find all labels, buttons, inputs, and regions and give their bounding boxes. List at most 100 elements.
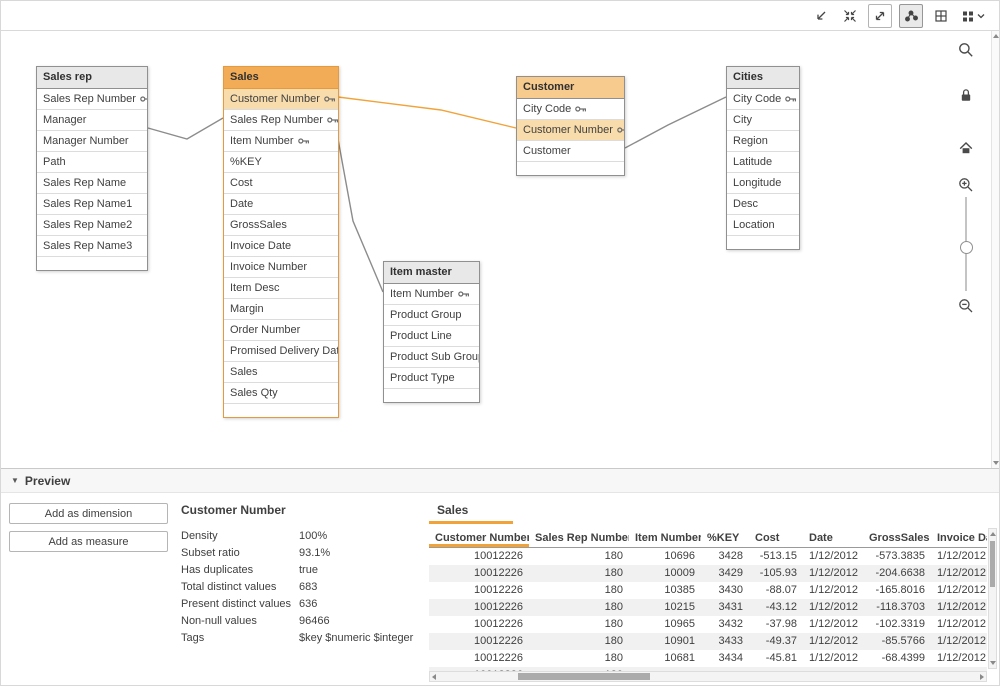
zoom-in-icon[interactable] [951,176,981,194]
cell: 3433 [701,633,749,650]
field-latitude[interactable]: Latitude [727,152,799,173]
field-sales-rep-name2[interactable]: Sales Rep Name2 [37,215,147,236]
field-promised-delivery-date[interactable]: Promised Delivery Date [224,341,338,362]
field-item-desc[interactable]: Item Desc [224,278,338,299]
field-city-code[interactable]: City Code [727,89,799,110]
scroll-right-icon[interactable] [980,674,984,680]
search-icon[interactable] [951,41,981,59]
scroll-up-icon[interactable] [990,532,996,536]
column-header-customer-number[interactable]: Customer Number [429,528,529,548]
field-invoice-date[interactable]: Invoice Date [224,236,338,257]
model-table-cities[interactable]: CitiesCity Code CityRegionLatitudeLongit… [726,66,800,250]
field-date[interactable]: Date [224,194,338,215]
field-longitude[interactable]: Longitude [727,173,799,194]
zoom-slider-handle[interactable] [960,241,973,254]
field-order-number[interactable]: Order Number [224,320,338,341]
scroll-up-icon[interactable] [993,34,999,38]
table-title[interactable]: Sales [224,67,338,89]
field-key[interactable]: %KEY [224,152,338,173]
field-city[interactable]: City [727,110,799,131]
zoom-slider[interactable] [951,197,981,291]
field-customer-number[interactable]: Customer Number [224,89,338,110]
field-product-type[interactable]: Product Type [384,368,479,389]
cell: 180 [529,582,629,599]
stat-row-total-distinct-values: Total distinct values683 [181,578,425,595]
tab-sales[interactable]: Sales [429,501,513,524]
field-cost[interactable]: Cost [224,173,338,194]
model-table-customer[interactable]: CustomerCity Code Customer Number Custom… [516,76,625,176]
field-path[interactable]: Path [37,152,147,173]
preview-header[interactable]: ▼ Preview [1,468,999,493]
column-header-cost[interactable]: Cost [749,528,803,548]
field-label: Sales Rep Name [43,177,126,189]
collapse-arrows-icon[interactable] [839,5,861,27]
linked-fields-icon[interactable] [899,4,923,28]
expand-icon[interactable] [868,4,892,28]
grid-layout-icon[interactable] [930,5,952,27]
add-as-dimension-button[interactable]: Add as dimension [9,503,168,524]
scrollbar-thumb[interactable] [518,673,650,680]
table-vertical-scrollbar[interactable] [988,528,997,669]
column-header-date[interactable]: Date [803,528,863,548]
app-grid-icon[interactable] [959,5,989,27]
lock-icon[interactable] [951,87,981,103]
zoom-out-icon[interactable] [951,297,981,315]
model-table-sales-rep[interactable]: Sales repSales Rep Number ManagerManager… [36,66,148,271]
scroll-down-icon[interactable] [993,461,999,465]
stat-label: Total distinct values [181,581,299,593]
field-label: GrossSales [230,219,287,231]
field-manager[interactable]: Manager [37,110,147,131]
model-table-item-master[interactable]: Item masterItem Number Product GroupProd… [383,261,480,403]
column-header-grosssales[interactable]: GrossSales [863,528,931,548]
model-table-sales[interactable]: SalesCustomer Number Sales Rep Number It… [223,66,339,418]
scroll-down-icon[interactable] [990,661,996,665]
scrollbar-thumb[interactable] [990,541,995,587]
column-header-sales-rep-number[interactable]: Sales Rep Number [529,528,629,548]
field-sales-rep-name[interactable]: Sales Rep Name [37,173,147,194]
column-header-invoice-date[interactable]: Invoice Date [931,528,987,548]
field-region[interactable]: Region [727,131,799,152]
field-customer[interactable]: Customer [517,141,624,162]
field-item-number[interactable]: Item Number [384,284,479,305]
cell: 1/12/2012 [803,633,863,650]
home-icon[interactable] [951,140,981,156]
field-customer-number[interactable]: Customer Number [517,120,624,141]
table-horizontal-scrollbar[interactable] [429,671,987,682]
field-label: Sales [230,366,258,378]
field-sales-rep-number[interactable]: Sales Rep Number [224,110,338,131]
field-label: Item Number [230,135,294,147]
field-margin[interactable]: Margin [224,299,338,320]
stat-label: Has duplicates [181,564,299,576]
table-title[interactable]: Customer [517,77,624,99]
field-city-code[interactable]: City Code [517,99,624,120]
table-title[interactable]: Sales rep [37,67,147,89]
add-as-measure-button[interactable]: Add as measure [9,531,168,552]
field-item-number[interactable]: Item Number [224,131,338,152]
field-sales[interactable]: Sales [224,362,338,383]
cell: -45.81 [749,650,803,667]
field-sales-qty[interactable]: Sales Qty [224,383,338,404]
model-canvas[interactable]: Sales repSales Rep Number ManagerManager… [1,31,999,468]
field-sales-rep-name3[interactable]: Sales Rep Name3 [37,236,147,257]
collapse-preview-icon[interactable]: ▼ [11,476,19,485]
field-manager-number[interactable]: Manager Number [37,131,147,152]
field-desc[interactable]: Desc [727,194,799,215]
canvas-vertical-scrollbar[interactable] [991,31,999,468]
field-invoice-number[interactable]: Invoice Number [224,257,338,278]
field-sales-rep-name1[interactable]: Sales Rep Name1 [37,194,147,215]
field-sales-rep-number[interactable]: Sales Rep Number [37,89,147,110]
field-product-group[interactable]: Product Group [384,305,479,326]
field-product-line[interactable]: Product Line [384,326,479,347]
scroll-left-icon[interactable] [432,674,436,680]
table-title[interactable]: Item master [384,262,479,284]
field-info-panel: Customer Number Density100%Subset ratio9… [181,503,425,646]
column-header-item-number[interactable]: Item Number [629,528,701,548]
field-grosssales[interactable]: GrossSales [224,215,338,236]
table-title[interactable]: Cities [727,67,799,89]
field-product-sub-group[interactable]: Product Sub Group [384,347,479,368]
cell: -513.15 [749,548,803,566]
field-location[interactable]: Location [727,215,799,236]
column-header-key[interactable]: %KEY [701,528,749,548]
collapse-diagonal-icon[interactable] [810,5,832,27]
cell: 1/12/2012 [931,616,987,633]
